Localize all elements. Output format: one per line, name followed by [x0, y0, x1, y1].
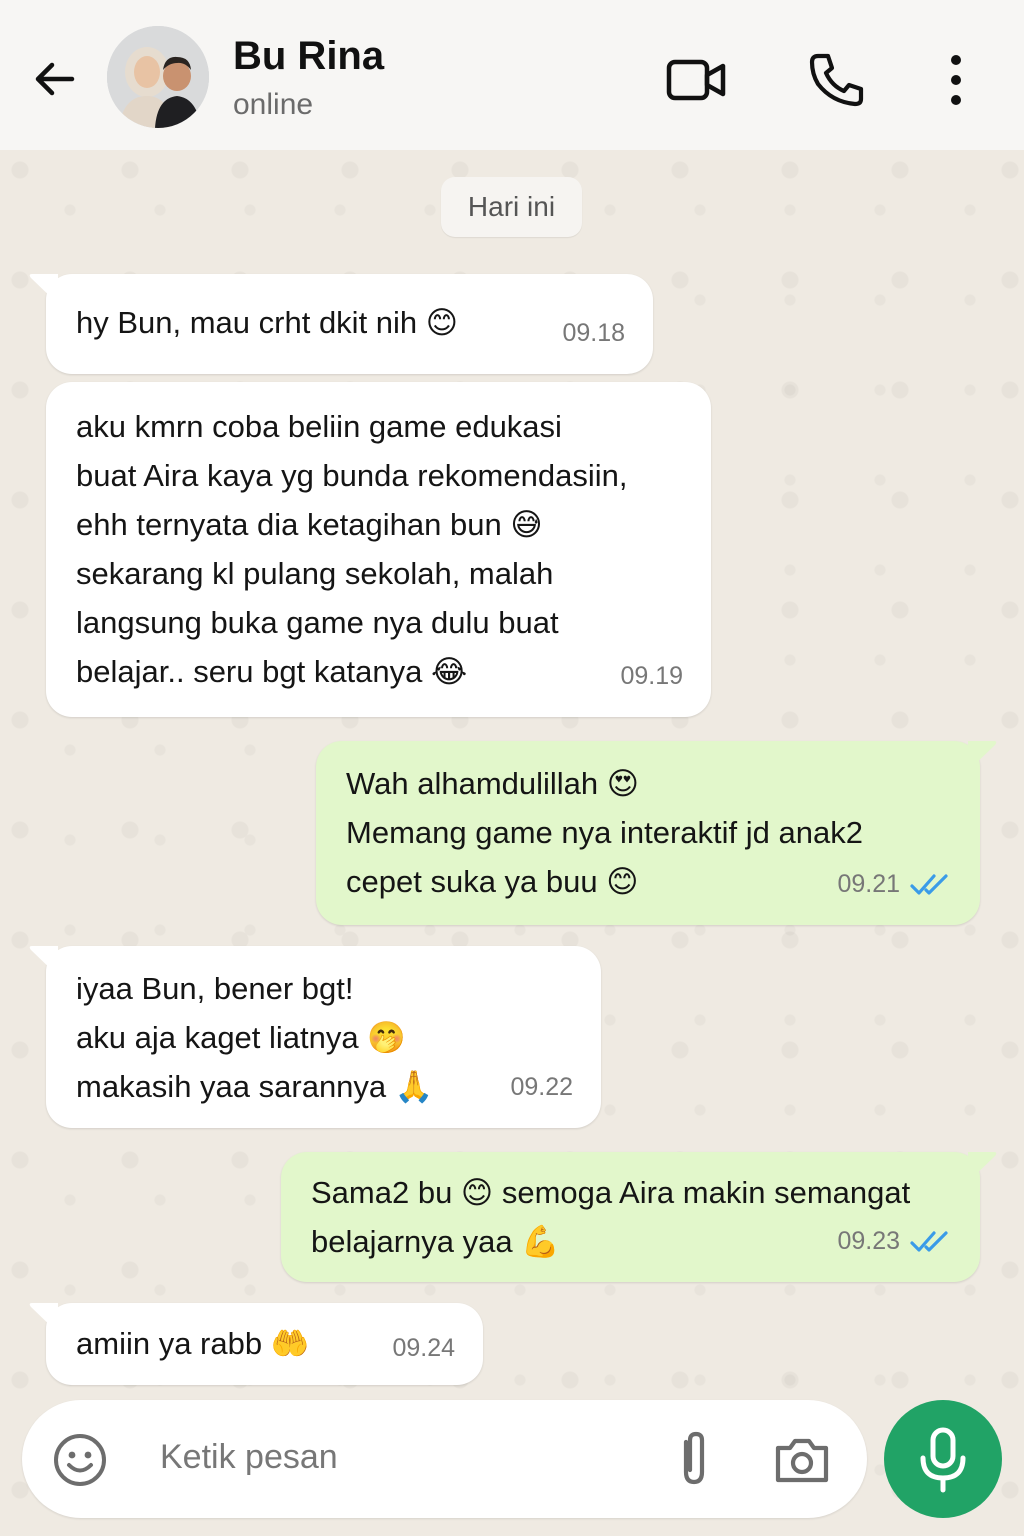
avatar-photo: [107, 26, 209, 128]
bubble-tail: [968, 741, 997, 771]
phone-icon: [809, 53, 864, 107]
bubble-tail: [29, 1303, 58, 1333]
emoji-icon: [54, 1434, 106, 1486]
message-bubble-outgoing[interactable]: Sama2 bu 😊 semoga Aira makin semangat be…: [281, 1152, 997, 1282]
message-text: hy Bun, mau crht dkit nih 😊: [76, 305, 459, 340]
message-bubble-incoming[interactable]: aku kmrn coba beliin game edukasi buat A…: [46, 382, 711, 717]
back-button[interactable]: [28, 52, 82, 106]
message-time: 09.24: [392, 1334, 455, 1362]
date-chip: Hari ini: [441, 177, 582, 237]
contact-status: online: [233, 88, 314, 121]
more-vert-icon: [951, 55, 961, 105]
message-text: aku kmrn coba beliin game edukasi buat A…: [76, 409, 628, 689]
message-time: 09.18: [562, 319, 625, 347]
message-time: 09.21: [837, 870, 900, 898]
voice-call-button[interactable]: [804, 48, 868, 112]
double-check-icon: [910, 1230, 948, 1252]
contact-name[interactable]: Bu Rina: [233, 34, 384, 79]
double-check-icon: [910, 873, 948, 895]
video-call-button[interactable]: [664, 48, 728, 112]
video-call-icon: [666, 59, 726, 101]
message-input[interactable]: Ketik pesan: [160, 1438, 338, 1477]
voice-record-button[interactable]: [884, 1400, 1002, 1518]
message-bubble-outgoing[interactable]: Wah alhamdulillah 😍 Memang game nya inte…: [316, 741, 997, 925]
camera-button[interactable]: [772, 1432, 832, 1488]
avatar[interactable]: [107, 26, 209, 128]
back-arrow-icon: [35, 62, 75, 96]
attach-icon: [683, 1431, 705, 1485]
more-options-button[interactable]: [924, 48, 988, 112]
message-composer: Ketik pesan: [22, 1400, 867, 1518]
bubble-tail: [968, 1152, 997, 1182]
mic-icon: [920, 1427, 966, 1493]
bubble-tail: [29, 274, 58, 304]
bubble-tail: [29, 946, 58, 976]
attach-button[interactable]: [670, 1428, 718, 1490]
message-time: 09.19: [620, 662, 683, 690]
message-text: iyaa Bun, bener bgt! aku aja kaget liatn…: [76, 971, 434, 1104]
message-bubble-incoming[interactable]: amiin ya rabb 🤲 09.24: [29, 1303, 483, 1385]
chat-header: Bu Rina online: [0, 0, 1024, 150]
message-time: 09.22: [510, 1073, 573, 1101]
emoji-button[interactable]: [52, 1432, 108, 1488]
message-time: 09.23: [837, 1227, 900, 1255]
camera-icon: [775, 1438, 829, 1483]
message-bubble-incoming[interactable]: hy Bun, mau crht dkit nih 😊 09.18: [29, 274, 653, 374]
message-bubble-incoming[interactable]: iyaa Bun, bener bgt! aku aja kaget liatn…: [29, 946, 601, 1128]
